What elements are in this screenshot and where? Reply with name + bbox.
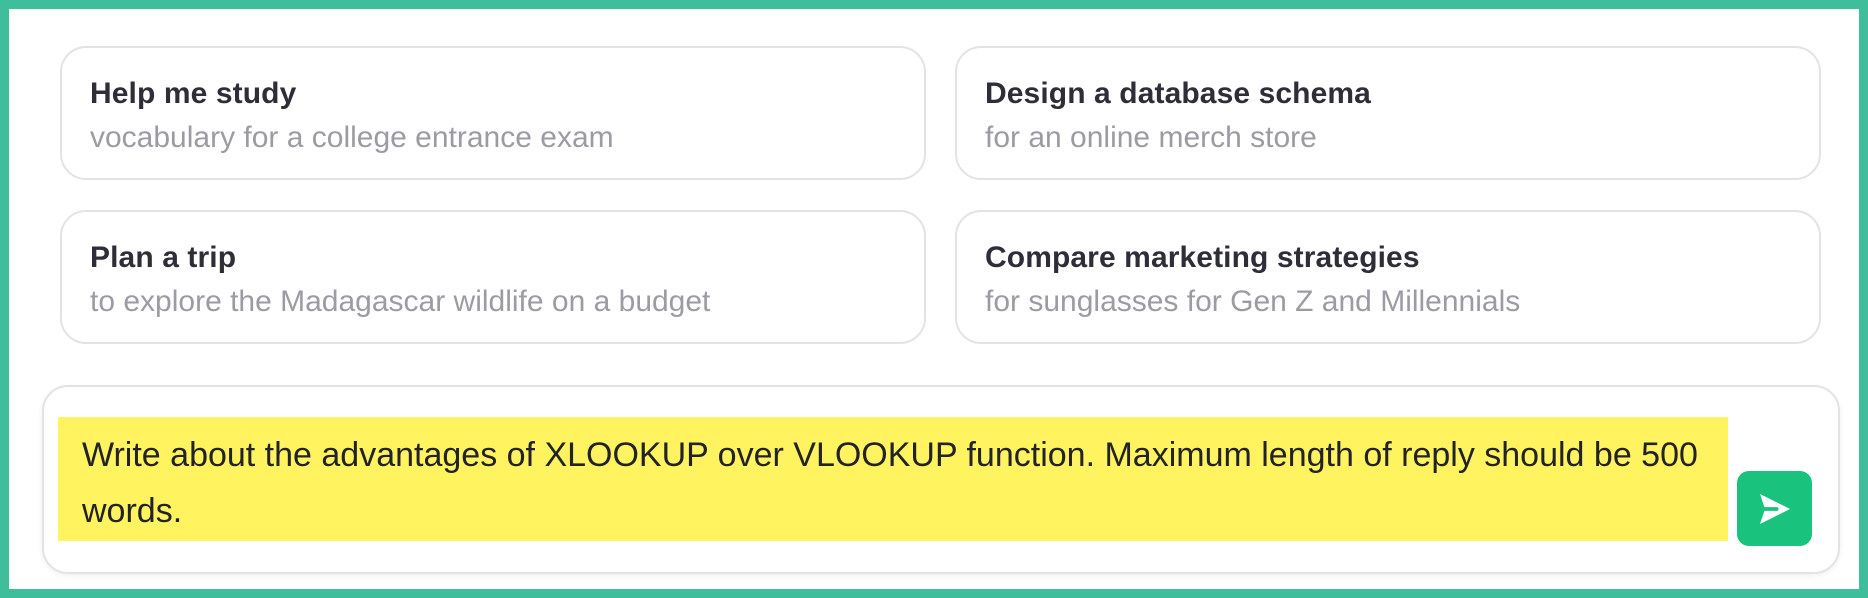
suggestion-card-plan-a-trip[interactable]: Plan a trip to explore the Madagascar wi… <box>60 210 926 344</box>
suggestion-card-design-database-schema[interactable]: Design a database schema for an online m… <box>955 46 1821 180</box>
message-input[interactable]: Write about the advantages of XLOOKUP ov… <box>58 417 1728 541</box>
suggestion-title: Compare marketing strategies <box>985 241 1420 274</box>
suggestion-subtitle: vocabulary for a college entrance exam <box>90 121 614 154</box>
send-button[interactable] <box>1737 471 1812 546</box>
suggestion-card-help-me-study[interactable]: Help me study vocabulary for a college e… <box>60 46 926 180</box>
suggestion-subtitle: to explore the Madagascar wildlife on a … <box>90 285 711 318</box>
suggestion-title: Help me study <box>90 77 297 110</box>
suggestion-subtitle: for an online merch store <box>985 121 1317 154</box>
suggestion-title: Design a database schema <box>985 77 1371 110</box>
message-composer: Write about the advantages of XLOOKUP ov… <box>42 385 1840 574</box>
screenshot-frame: Help me study vocabulary for a college e… <box>0 0 1868 598</box>
suggestion-title: Plan a trip <box>90 241 237 274</box>
suggestion-card-compare-marketing-strategies[interactable]: Compare marketing strategies for sunglas… <box>955 210 1821 344</box>
send-icon <box>1759 493 1790 524</box>
suggestion-subtitle: for sunglasses for Gen Z and Millennials <box>985 285 1521 318</box>
